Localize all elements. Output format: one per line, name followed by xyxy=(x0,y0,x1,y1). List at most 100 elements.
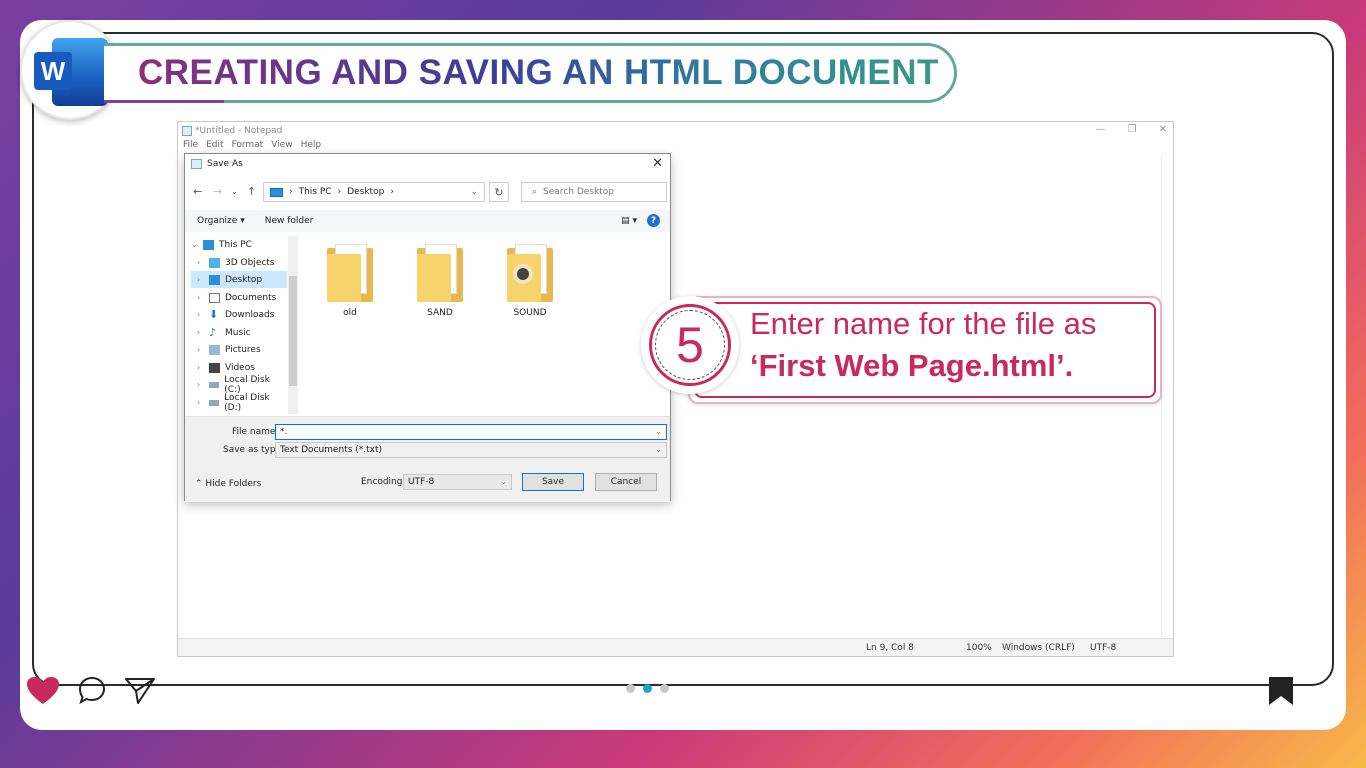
tree-item-local-disk-d[interactable]: › Local Disk (D:) xyxy=(191,393,287,413)
notepad-statusbar: Ln 9, Col 8 100% Windows (CRLF) UTF-8 xyxy=(178,638,1173,656)
step-ring: 5 xyxy=(649,304,731,386)
encoding-dropdown-icon[interactable]: ⌄ xyxy=(500,477,507,486)
window-controls: — ❐ ✕ xyxy=(1096,124,1167,135)
carousel-dot-active[interactable] xyxy=(643,684,652,693)
search-placeholder: Search Desktop xyxy=(543,187,614,197)
minimize-icon[interactable]: — xyxy=(1096,124,1106,135)
expand-chevron-icon[interactable]: › xyxy=(197,398,209,407)
forward-arrow-icon[interactable]: → xyxy=(213,185,222,198)
toolbar-right: ▤ ▾ ? xyxy=(621,214,660,227)
breadcrumb-this-pc[interactable]: This PC xyxy=(299,187,332,197)
file-name-input[interactable]: *. ⌄ xyxy=(275,424,667,440)
tree-item-documents[interactable]: › Documents xyxy=(191,289,287,306)
menu-format[interactable]: Format xyxy=(232,140,264,154)
recent-chevron-icon[interactable]: ⌄ xyxy=(231,187,238,196)
address-bar[interactable]: › This PC › Desktop › ⌄ xyxy=(263,182,485,202)
notepad-titlebar: *Untitled - Notepad xyxy=(178,122,1173,140)
back-arrow-icon[interactable]: ← xyxy=(193,185,202,198)
carousel-dot[interactable] xyxy=(626,684,635,693)
breadcrumb-separator: › xyxy=(337,187,342,197)
send-icon[interactable] xyxy=(124,676,156,706)
expand-chevron-icon[interactable]: › xyxy=(197,275,209,284)
search-icon: ⌕ xyxy=(532,187,538,197)
expand-chevron-icon[interactable]: ⌄ xyxy=(191,240,203,249)
tree-item-videos[interactable]: › Videos xyxy=(191,359,287,376)
breadcrumb-desktop[interactable]: Desktop xyxy=(347,187,384,197)
organize-button[interactable]: Organize ▾ xyxy=(197,216,245,226)
instruction-callout: Enter name for the file as ‘First Web Pa… xyxy=(688,296,1162,404)
menu-help[interactable]: Help xyxy=(301,140,322,154)
menu-view[interactable]: View xyxy=(271,140,292,154)
title-banner: CREATING AND SAVING AN HTML DOCUMENT xyxy=(104,43,957,103)
address-dropdown-icon[interactable]: ⌄ xyxy=(470,187,478,197)
restore-icon[interactable]: ❐ xyxy=(1128,124,1137,135)
expand-chevron-icon[interactable]: › xyxy=(197,258,209,267)
expand-chevron-icon[interactable]: › xyxy=(197,345,209,354)
encoding-label: Encoding: xyxy=(361,477,406,487)
file-name-dropdown-icon[interactable]: ⌄ xyxy=(655,427,662,436)
save-type-dropdown-icon[interactable]: ⌄ xyxy=(655,445,662,454)
tree-item-3d-objects[interactable]: › 3D Objects xyxy=(191,254,287,271)
menu-file[interactable]: File xyxy=(183,140,198,154)
word-icon: W xyxy=(34,38,108,106)
breadcrumb-separator: › xyxy=(390,187,394,197)
dialog-close-icon[interactable]: ✕ xyxy=(652,156,663,171)
tree-item-downloads[interactable]: › ⬇ Downloads xyxy=(191,306,287,323)
tree-item-desktop[interactable]: › Desktop xyxy=(191,271,287,288)
dialog-toolbar: Organize ▾ New folder ▤ ▾ ? xyxy=(185,210,670,232)
search-input[interactable]: ⌕ Search Desktop xyxy=(521,182,667,202)
new-folder-button[interactable]: New folder xyxy=(265,216,314,226)
bookmark-icon[interactable] xyxy=(1268,676,1294,706)
step-number: 5 xyxy=(676,317,704,373)
folder-item-sand[interactable]: SAND xyxy=(405,244,475,318)
expand-chevron-icon[interactable]: › xyxy=(197,380,209,389)
menu-edit[interactable]: Edit xyxy=(206,140,223,154)
file-name-label: File name: xyxy=(232,427,279,437)
folder-item-sound[interactable]: SOUND xyxy=(495,244,565,318)
expand-chevron-icon[interactable]: › xyxy=(197,293,209,302)
save-as-type-select[interactable]: Text Documents (*.txt) ⌄ xyxy=(275,442,667,458)
address-row: ← → ⌄ ↑ › This PC › Desktop › ⌄ ↻ ⌕ Sear… xyxy=(191,182,667,202)
step-badge: 5 xyxy=(641,296,739,394)
document-icon xyxy=(209,292,220,303)
save-button[interactable]: Save xyxy=(522,473,584,491)
cancel-button[interactable]: Cancel xyxy=(595,473,657,491)
expand-chevron-icon[interactable]: › xyxy=(197,310,209,319)
comment-icon[interactable] xyxy=(78,676,106,704)
heart-icon[interactable] xyxy=(26,676,60,706)
this-pc-icon xyxy=(270,187,283,197)
carousel-dot[interactable] xyxy=(660,684,669,693)
refresh-button[interactable]: ↻ xyxy=(489,182,509,202)
view-options-icon[interactable]: ▤ ▾ xyxy=(621,216,637,226)
folder-item-old[interactable]: old xyxy=(315,244,385,318)
breadcrumb-separator: › xyxy=(289,187,293,197)
instruction-line-1: Enter name for the file as xyxy=(750,306,1097,341)
picture-icon xyxy=(209,344,220,355)
tree-scrollbar[interactable] xyxy=(288,236,298,414)
encoding-select[interactable]: UTF-8 ⌄ xyxy=(403,474,512,490)
tree-item-this-pc[interactable]: ⌄ This PC xyxy=(191,236,287,253)
save-as-icon xyxy=(191,159,202,169)
tree-scroll-thumb[interactable] xyxy=(289,276,297,386)
desktop-icon xyxy=(209,274,220,285)
tree-item-music[interactable]: › ♪ Music xyxy=(191,324,287,341)
expand-chevron-icon[interactable]: › xyxy=(197,328,209,337)
cube-icon xyxy=(209,257,220,268)
tree-item-local-disk-c[interactable]: › Local Disk (C:) xyxy=(191,375,287,395)
close-icon[interactable]: ✕ xyxy=(1159,124,1167,135)
dialog-bottom-panel: File name: *. ⌄ Save as type: Text Docum… xyxy=(185,416,670,502)
hide-folders-button[interactable]: ⌃ Hide Folders xyxy=(195,479,261,489)
refresh-icon: ↻ xyxy=(494,185,504,199)
help-icon[interactable]: ? xyxy=(647,214,660,227)
tree-item-pictures[interactable]: › Pictures xyxy=(191,341,287,358)
monitor-icon xyxy=(203,239,214,250)
music-folder-icon xyxy=(507,244,553,302)
up-arrow-icon[interactable]: ↑ xyxy=(247,185,256,198)
drive-icon xyxy=(208,381,220,388)
dialog-title: Save As xyxy=(207,159,243,169)
drive-icon xyxy=(208,399,220,406)
notepad-scrollbar[interactable] xyxy=(1161,155,1173,641)
expand-chevron-icon[interactable]: › xyxy=(197,363,209,372)
instruction-line-2: ‘First Web Page.html’. xyxy=(750,348,1074,383)
download-icon: ⬇ xyxy=(209,307,219,321)
